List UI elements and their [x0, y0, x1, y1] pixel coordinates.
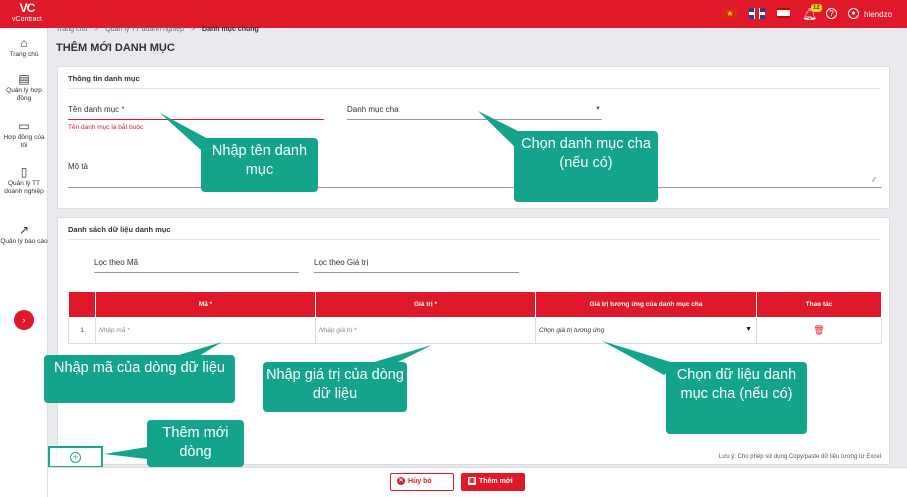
callout-name: Nhập tên danh mục — [201, 138, 318, 192]
callout-parent: Chọn danh mục cha (nếu có) — [514, 131, 658, 202]
callout-value: Nhập giá trị của dòng dữ liệu — [263, 362, 407, 412]
callout-parent-value: Chọn dữ liệu danh mục cha (nếu có) — [666, 362, 807, 434]
callout-add-row: Thêm mới dòng — [147, 420, 244, 467]
callout-code: Nhập mã của dòng dữ liệu — [44, 355, 235, 403]
callout-pointer-add-row — [104, 447, 147, 459]
